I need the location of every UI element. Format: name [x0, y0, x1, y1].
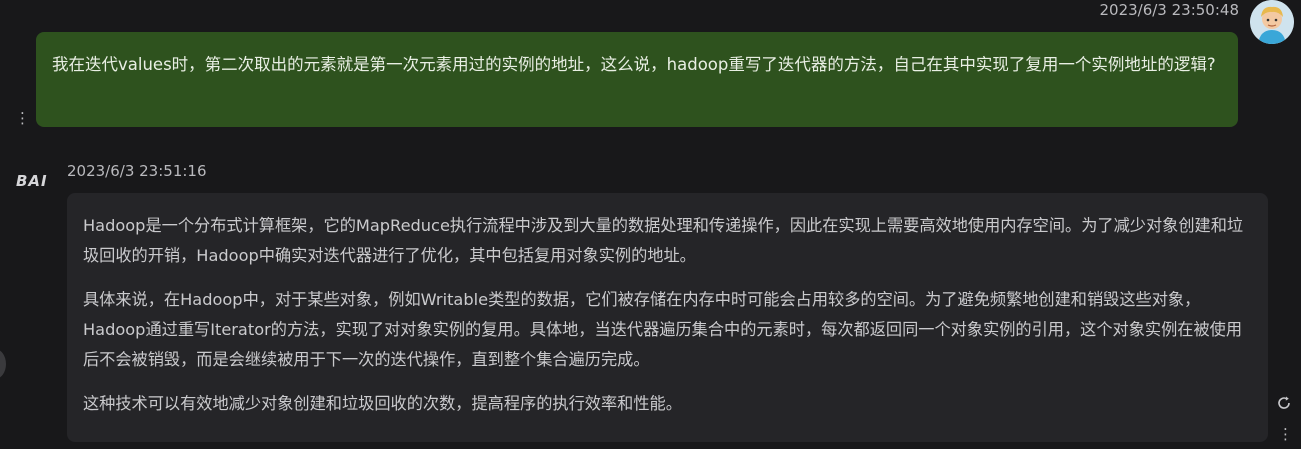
user-avatar-icon[interactable]	[1250, 0, 1294, 44]
bot-paragraph: 这种技术可以有效地减少对象创建和垃圾回收的次数，提高程序的执行效率和性能。	[83, 394, 682, 413]
user-message-more-icon[interactable]: ⋮	[15, 110, 30, 126]
bot-timestamp: 2023/6/3 23:51:16	[67, 162, 207, 180]
user-message-text: 我在迭代values时，第二次取出的元素就是第一次元素用过的实例的地址，这么说，…	[52, 55, 1216, 74]
bot-message-bubble: Hadoop是一个分布式计算框架，它的MapReduce执行流程中涉及到大量的数…	[67, 193, 1268, 442]
bot-logo: BAI	[16, 172, 48, 190]
user-timestamp: 2023/6/3 23:50:48	[1099, 1, 1239, 19]
bot-message-more-icon[interactable]: ⋮	[1278, 426, 1293, 442]
user-message-bubble: 我在迭代values时，第二次取出的元素就是第一次元素用过的实例的地址，这么说，…	[36, 32, 1238, 127]
bot-paragraph: Hadoop是一个分布式计算框架，它的MapReduce执行流程中涉及到大量的数…	[83, 216, 1244, 265]
bot-paragraph: 具体来说，在Hadoop中，对于某些对象，例如Writable类型的数据，它们被…	[83, 290, 1243, 369]
scroll-handle[interactable]	[0, 349, 6, 379]
refresh-icon[interactable]	[1276, 395, 1292, 411]
